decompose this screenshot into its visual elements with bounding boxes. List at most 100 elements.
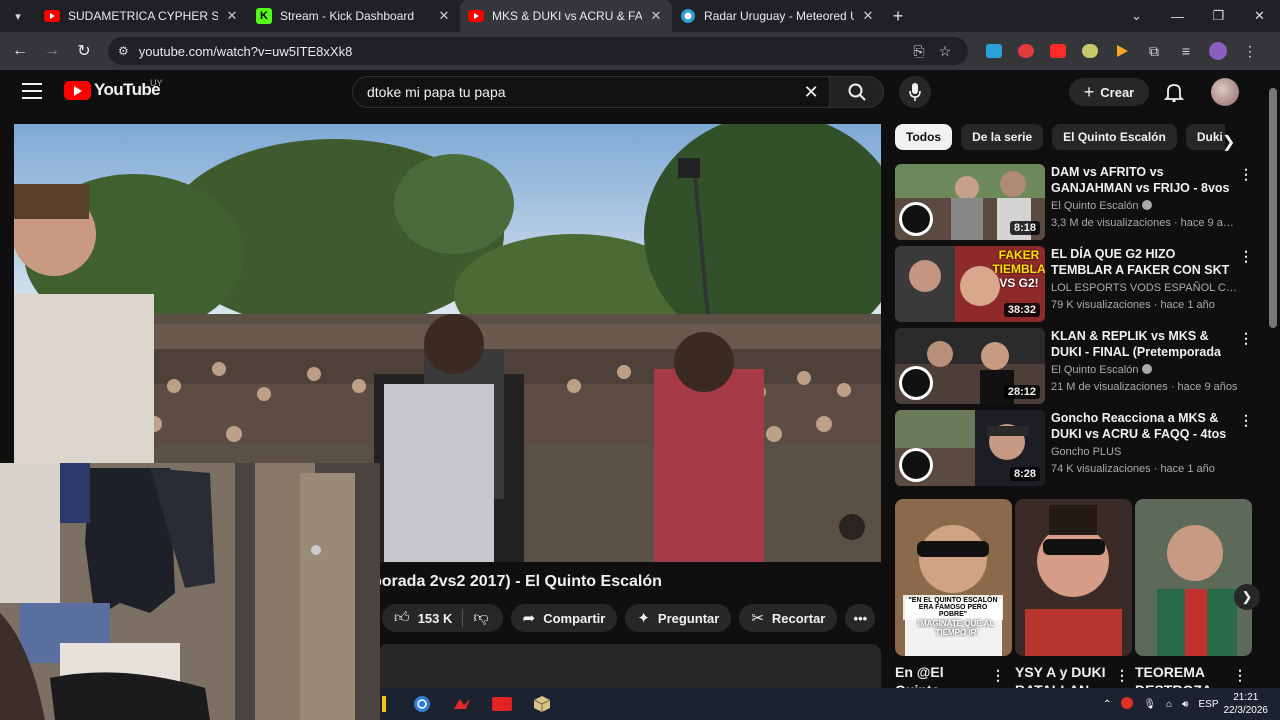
channel-name[interactable]: LOL ESPORTS VODS ESPAÑOL CASTEO... xyxy=(1051,281,1239,296)
play-extension-icon[interactable] xyxy=(1106,37,1138,65)
cloud-extension-icon[interactable] xyxy=(1074,37,1106,65)
clock[interactable]: 21:21 22/3/2026 xyxy=(1224,691,1269,717)
chevron-right-icon[interactable]: ❯ xyxy=(1222,132,1235,152)
chip-series[interactable]: De la serie xyxy=(961,124,1044,150)
chip-all[interactable]: Todos xyxy=(895,124,953,150)
reload-button[interactable]: ↻ xyxy=(68,35,100,67)
video-title[interactable]: EL DÍA QUE G2 HIZO TEMBLAR A FAKER CON S… xyxy=(1051,246,1239,278)
channel-name-text: El Quinto Escalón xyxy=(1051,200,1139,212)
short-thumbnail[interactable] xyxy=(1135,499,1252,656)
channel-watermark[interactable] xyxy=(839,514,865,540)
thumbs-up-icon[interactable]: 👍︎ xyxy=(394,609,410,627)
chip-duki[interactable]: Duki xyxy=(1185,124,1225,150)
short-thumbnail[interactable]: "EN EL QUINTO ESCALÓN ERA FAMOSO PERO PO… xyxy=(895,499,1012,656)
profile-icon[interactable] xyxy=(1202,37,1234,65)
recommended-video[interactable]: 8:18 DAM vs AFRITO vs GANJAHMAN vs FRIJO… xyxy=(895,164,1255,240)
search-input[interactable]: dtoke mi papa tu papa ✕ xyxy=(352,76,831,108)
close-window-button[interactable]: ✕ xyxy=(1239,0,1280,32)
channel-name[interactable]: El Quinto Escalón xyxy=(1051,363,1239,378)
more-icon[interactable]: ⋮ xyxy=(1239,330,1253,347)
bookmark-star-icon[interactable]: ☆ xyxy=(932,43,958,60)
share-button[interactable]: ➦ Compartir xyxy=(510,604,618,632)
site-info-icon[interactable]: ⚙ xyxy=(118,44,129,58)
account-avatar[interactable] xyxy=(1211,78,1239,106)
video-title[interactable]: DAM vs AFRITO vs GANJAHMAN vs FRIJO - 8v… xyxy=(1051,164,1239,196)
puzzle-extensions-icon[interactable]: ⧉ xyxy=(1138,37,1170,65)
tab-search-button[interactable]: ▾ xyxy=(0,0,36,32)
channel-name[interactable]: Goncho PLUS xyxy=(1051,445,1239,460)
close-icon[interactable]: ✕ xyxy=(648,8,664,24)
scrollbar-thumb[interactable] xyxy=(1269,88,1277,328)
search-button[interactable] xyxy=(830,76,884,108)
language-indicator[interactable]: ESP xyxy=(1198,699,1218,710)
clip-button[interactable]: ✂ Recortar xyxy=(739,604,838,632)
media-controls-icon[interactable]: ≡ xyxy=(1170,37,1202,65)
restore-button[interactable]: ❐ xyxy=(1198,0,1239,32)
channel-name[interactable]: El Quinto Escalón xyxy=(1051,199,1239,214)
translate-extension-icon[interactable] xyxy=(978,37,1010,65)
volume-icon[interactable]: 🔊︎ xyxy=(1182,699,1188,710)
notifications-bell-icon[interactable] xyxy=(1163,82,1186,103)
page-scrollbar[interactable] xyxy=(1266,70,1280,688)
youtube-logo[interactable]: YouTube UY xyxy=(64,78,163,100)
short-title[interactable]: YSY A y DUKI BATALLAN xyxy=(1015,663,1111,689)
network-icon[interactable]: ⌂ xyxy=(1166,699,1172,710)
back-button[interactable]: ← xyxy=(4,35,36,67)
more-icon[interactable]: ⋮ xyxy=(1115,667,1129,684)
video-thumbnail[interactable]: 8:18 xyxy=(895,164,1045,240)
close-icon[interactable]: ✕ xyxy=(224,8,240,24)
voice-search-button[interactable] xyxy=(899,76,931,108)
forward-button[interactable]: → xyxy=(36,35,68,67)
video-title[interactable]: KLAN & REPLIK vs MKS & DUKI - FINAL (Pre… xyxy=(1051,328,1239,360)
taskbar-app-edge[interactable] xyxy=(380,688,388,720)
close-icon[interactable]: ✕ xyxy=(860,8,876,24)
thumbs-down-icon[interactable]: 👎︎ xyxy=(473,609,488,627)
more-icon[interactable]: ⋮ xyxy=(1239,248,1253,265)
minimize-button[interactable]: — xyxy=(1157,0,1198,32)
short-title[interactable]: En @El Quinto xyxy=(895,663,991,689)
ask-button[interactable]: ✦ Preguntar xyxy=(625,604,732,632)
short-title[interactable]: TEOREMA DESTROZA xyxy=(1135,663,1231,689)
video-thumbnail[interactable]: 8:28 xyxy=(895,410,1045,486)
video-title[interactable]: Goncho Reacciona a MKS & DUKI vs ACRU & … xyxy=(1051,410,1239,442)
game-app-icon[interactable] xyxy=(442,688,482,720)
new-tab-button[interactable]: + xyxy=(884,6,912,27)
cast-icon[interactable]: ⎘ xyxy=(906,43,932,60)
browser-tab[interactable]: K Stream - Kick Dashboard ✕ xyxy=(248,0,460,32)
sync-app-icon[interactable] xyxy=(402,688,442,720)
short-thumbnail[interactable] xyxy=(1015,499,1132,656)
browser-tab-active[interactable]: MKS & DUKI vs ACRU & FAQQ ✕ xyxy=(460,0,672,32)
like-dislike-button[interactable]: 👍︎ 153 K 👎︎ xyxy=(382,604,503,632)
youtube-extension-icon[interactable] xyxy=(1042,37,1074,65)
browser-tab[interactable]: SUDAMETRICA CYPHER SESSIO ✕ xyxy=(36,0,248,32)
streaming-app-icon[interactable] xyxy=(482,688,522,720)
video-thumbnail[interactable]: 28:12 xyxy=(895,328,1045,404)
ask-label: Preguntar xyxy=(657,610,720,626)
create-button[interactable]: + Crear xyxy=(1069,78,1149,106)
recommended-video[interactable]: 28:12 KLAN & REPLIK vs MKS & DUKI - FINA… xyxy=(895,328,1255,404)
browser-tab[interactable]: Radar Uruguay - Meteored Uru ✕ xyxy=(672,0,884,32)
more-icon[interactable]: ⋮ xyxy=(991,667,1005,684)
browser-menu-icon[interactable]: ⋮ xyxy=(1234,37,1266,65)
chevron-down-icon[interactable]: ⌄ xyxy=(1116,0,1157,32)
more-icon[interactable]: ⋮ xyxy=(1239,166,1253,183)
chip-channel[interactable]: El Quinto Escalón xyxy=(1052,124,1177,150)
clear-search-icon[interactable]: ✕ xyxy=(793,82,829,103)
description-box[interactable] xyxy=(378,644,881,688)
more-actions-button[interactable]: ••• xyxy=(845,604,876,632)
close-icon[interactable]: ✕ xyxy=(436,8,452,24)
microphone-icon[interactable]: 🎙︎ xyxy=(1143,699,1156,710)
red-extension-icon[interactable] xyxy=(1010,37,1042,65)
more-icon[interactable]: ⋮ xyxy=(1233,667,1247,684)
video-duration: 8:18 xyxy=(1009,221,1040,235)
tray-app-icon[interactable] xyxy=(1121,696,1134,712)
recommended-video[interactable]: FAKER TIEMBLA VS G2! 38:32 EL DÍA QUE G2… xyxy=(895,246,1255,322)
video-thumbnail[interactable]: FAKER TIEMBLA VS G2! 38:32 xyxy=(895,246,1045,322)
recommended-video[interactable]: 8:28 Goncho Reacciona a MKS & DUKI vs AC… xyxy=(895,410,1255,486)
chevron-up-icon[interactable]: ⌃ xyxy=(1103,699,1111,710)
package-app-icon[interactable] xyxy=(522,688,562,720)
menu-icon[interactable] xyxy=(22,83,42,99)
address-bar[interactable]: ⚙ youtube.com/watch?v=uw5ITE8xXk8 ⎘ ☆ xyxy=(108,37,968,65)
chevron-right-icon[interactable]: ❯ xyxy=(1234,584,1260,610)
more-icon[interactable]: ⋮ xyxy=(1239,412,1253,429)
